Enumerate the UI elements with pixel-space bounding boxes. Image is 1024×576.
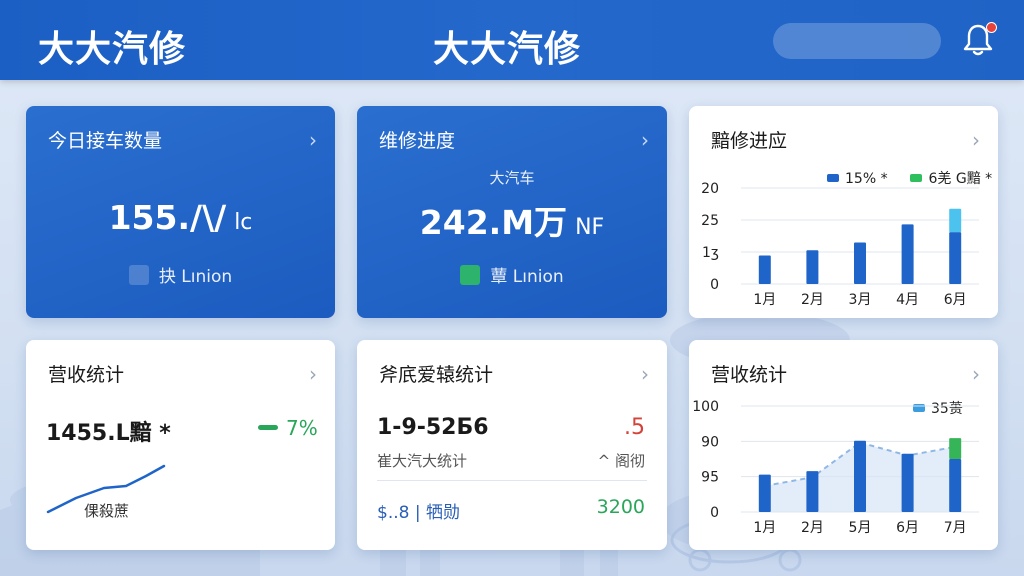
repair-sub-label: 大汽车: [489, 169, 535, 187]
chevron-right-icon[interactable]: ›: [641, 128, 649, 152]
wrench-icon: [128, 265, 149, 285]
card-today-cars[interactable]: 今日接车数量 › 155./\/lc 抉 Lınion: [26, 106, 335, 318]
bar: [949, 232, 962, 284]
y-tick-label: 100: [692, 399, 719, 415]
detail-value-right: .5: [624, 415, 645, 440]
sparkline-label: 倮殺蔗: [84, 502, 130, 520]
bar: [758, 474, 771, 512]
x-tick-label: 1月: [753, 292, 776, 308]
bar: [949, 208, 962, 233]
y-tick-label: 1ʒ: [702, 245, 719, 261]
repair-progress-badge: 蕈 Lınion: [357, 262, 667, 287]
today-cars-badge: 抉 Lınion: [26, 262, 335, 287]
detail-value: 1-9-52Б6: [377, 415, 489, 440]
card-detail-stats[interactable]: 斧㡳爱辕统计 › 1-9-52Б6 .5 崔大汽大统计 ^ 阁彻 $..8 | …: [357, 340, 667, 550]
x-tick-label: 3月: [849, 292, 872, 308]
chevron-right-icon[interactable]: ›: [972, 128, 980, 152]
revenue-change: 7%: [258, 416, 318, 440]
y-tick-label: 90: [701, 434, 719, 450]
repair-progress-value: 242.M万 NF: [419, 203, 605, 242]
progress-bar-chart: 0 1ʒ 25 20 1月 2月 3月 4月 6月: [701, 181, 979, 308]
x-tick-label: 6月: [896, 520, 919, 536]
y-tick-label: 0: [710, 505, 719, 521]
detail-row-right: ^ 阁彻: [597, 452, 645, 470]
x-tick-label: 1月: [753, 520, 776, 536]
detail-row-label: 崔大汽大统计: [377, 452, 468, 470]
card-repair-progress[interactable]: 维修进度 › 大汽车 242.M万 NF 蕈 Lınion: [357, 106, 667, 318]
y-tick-label: 0: [710, 277, 719, 293]
divider: [377, 480, 647, 481]
detail-footer-left: $..8 | 牺勋: [377, 503, 460, 523]
revenue-value: 1455.L黯 *: [46, 421, 171, 446]
card-title: 维修进度: [379, 130, 456, 152]
bar: [949, 438, 962, 459]
card-title: 营收统计: [711, 364, 788, 386]
x-tick-label: 6月: [944, 292, 967, 308]
chevron-right-icon[interactable]: ›: [972, 362, 980, 386]
card-title: 营收统计: [48, 364, 125, 386]
y-tick-label: 25: [701, 213, 719, 229]
bar: [854, 242, 866, 284]
today-cars-value: 155./\/lc: [108, 198, 253, 237]
card-title: 黯修进应: [711, 130, 788, 152]
x-tick-label: 7月: [944, 520, 967, 536]
search-input[interactable]: [773, 23, 941, 59]
y-tick-label: 20: [701, 181, 719, 197]
brand-title-center: 大大汽修: [433, 29, 582, 70]
revenue-bar-chart: 0 95 90 100 1月 2月 5月 6月 7月: [692, 399, 979, 536]
trend-indicator: [258, 425, 278, 430]
bar: [949, 459, 962, 512]
x-tick-label: 2月: [801, 520, 824, 536]
x-tick-label: 5月: [849, 520, 872, 536]
card-title: 今日接车数量: [48, 130, 163, 152]
revenue-sparkline: [46, 464, 166, 514]
x-tick-label: 2月: [801, 292, 824, 308]
notification-badge: [986, 22, 997, 33]
y-tick-label: 95: [701, 470, 719, 486]
bar: [806, 471, 819, 512]
bar: [854, 440, 866, 512]
chevron-right-icon[interactable]: ›: [309, 128, 317, 152]
bar: [901, 453, 914, 512]
top-bar: 大大汽修 大大汽修: [0, 0, 1024, 80]
card-title: 斧㡳爱辕统计: [379, 364, 494, 386]
brand-title: 大大汽修: [38, 29, 187, 70]
x-tick-label: 4月: [896, 292, 919, 308]
chevron-right-icon[interactable]: ›: [641, 362, 649, 386]
clipboard-icon: [460, 265, 481, 285]
chevron-right-icon[interactable]: ›: [309, 362, 317, 386]
card-progress-chart[interactable]: 黯修进应 › 15% * 6羌 G黯 * 0 1ʒ 25 20 1月 2月 3月 4月 6月: [689, 106, 998, 318]
card-revenue-chart[interactable]: 营收统计 › 35蒉 0 95 90 100 1月 2月 5月 6月 7月: [689, 340, 998, 550]
detail-footer-right: 3200: [596, 496, 645, 518]
bar: [901, 224, 914, 284]
bar: [758, 255, 771, 284]
bar: [806, 250, 819, 284]
card-revenue[interactable]: 营收统计 › 1455.L黯 * 7% 倮殺蔗: [26, 340, 335, 550]
